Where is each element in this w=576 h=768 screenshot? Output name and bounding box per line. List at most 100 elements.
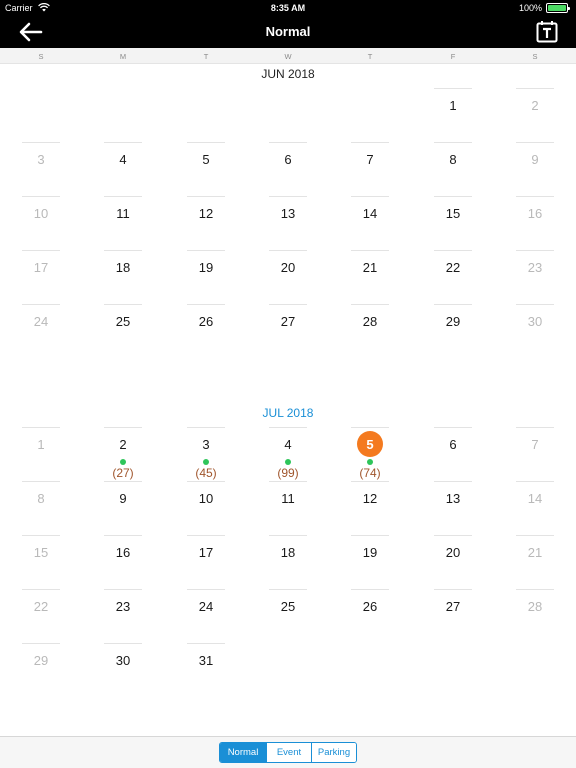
day-cell-divider <box>434 196 472 197</box>
day-cell-jul-2018-11[interactable]: 11 <box>247 491 329 506</box>
day-cell-divider <box>22 427 60 428</box>
day-cell-divider <box>351 142 389 143</box>
day-cell-divider <box>104 481 142 482</box>
day-cell-jul-2018-18[interactable]: 18 <box>247 545 329 560</box>
day-cell-jul-2018-9[interactable]: 9 <box>82 491 164 506</box>
day-cell-jul-2018-26[interactable]: 26 <box>329 599 411 614</box>
day-cell-jul-2018-29[interactable]: 29 <box>0 653 82 668</box>
day-cell-jun-2018-1[interactable]: 1 <box>412 98 494 113</box>
battery-icon <box>546 3 570 13</box>
day-cell-jul-2018-4[interactable]: 4 <box>247 437 329 452</box>
status-bar: Carrier 8:35 AM 100% <box>0 0 576 16</box>
status-time: 8:35 AM <box>270 3 306 13</box>
today-button[interactable] <box>536 20 558 43</box>
day-cell-jul-2018-31[interactable]: 31 <box>165 653 247 668</box>
day-cell-jul-2018-30[interactable]: 30 <box>82 653 164 668</box>
day-cell-divider <box>434 427 472 428</box>
day-cell-jun-2018-29[interactable]: 29 <box>412 314 494 329</box>
day-cell-jul-2018-1[interactable]: 1 <box>0 437 82 452</box>
day-cell-jul-2018-8[interactable]: 8 <box>0 491 82 506</box>
day-cell-divider <box>187 535 225 536</box>
page-title: Normal <box>265 24 311 39</box>
day-cell-jul-2018-6[interactable]: 6 <box>412 437 494 452</box>
day-cell-divider <box>434 88 472 89</box>
day-cell-divider <box>22 196 60 197</box>
event-dot <box>120 459 126 465</box>
day-cell-divider <box>516 481 554 482</box>
day-cell-jun-2018-21[interactable]: 21 <box>329 260 411 275</box>
day-cell-jun-2018-23[interactable]: 23 <box>494 260 576 275</box>
day-cell-jul-2018-28[interactable]: 28 <box>494 599 576 614</box>
day-cell-jul-2018-17[interactable]: 17 <box>165 545 247 560</box>
day-cell-divider <box>434 481 472 482</box>
weekday-label: S <box>532 52 538 61</box>
day-cell-jun-2018-26[interactable]: 26 <box>165 314 247 329</box>
day-cell-jun-2018-10[interactable]: 10 <box>0 206 82 221</box>
day-cell-divider <box>104 427 142 428</box>
day-cell-jul-2018-23[interactable]: 23 <box>82 599 164 614</box>
day-cell-jun-2018-22[interactable]: 22 <box>412 260 494 275</box>
day-cell-jul-2018-19[interactable]: 19 <box>329 545 411 560</box>
day-cell-divider <box>187 250 225 251</box>
day-cell-jun-2018-14[interactable]: 14 <box>329 206 411 221</box>
day-cell-jun-2018-9[interactable]: 9 <box>494 152 576 167</box>
day-cell-jul-2018-16[interactable]: 16 <box>82 545 164 560</box>
segment-normal[interactable]: Normal <box>220 743 266 762</box>
day-cell-divider <box>22 589 60 590</box>
day-cell-jun-2018-11[interactable]: 11 <box>82 206 164 221</box>
calendar-today-icon <box>536 21 558 43</box>
day-cell-jun-2018-30[interactable]: 30 <box>494 314 576 329</box>
day-cell-jul-2018-15[interactable]: 15 <box>0 545 82 560</box>
day-cell-jul-2018-25[interactable]: 25 <box>247 599 329 614</box>
event-dot <box>285 459 291 465</box>
day-cell-jul-2018-10[interactable]: 10 <box>165 491 247 506</box>
day-cell-divider <box>516 196 554 197</box>
day-cell-jul-2018-13[interactable]: 13 <box>412 491 494 506</box>
day-cell-jun-2018-20[interactable]: 20 <box>247 260 329 275</box>
day-cell-divider <box>187 196 225 197</box>
day-cell-divider <box>187 481 225 482</box>
day-cell-divider <box>104 250 142 251</box>
day-cell-jun-2018-18[interactable]: 18 <box>82 260 164 275</box>
segment-parking[interactable]: Parking <box>311 743 356 762</box>
day-cell-jun-2018-17[interactable]: 17 <box>0 260 82 275</box>
day-cell-jun-2018-16[interactable]: 16 <box>494 206 576 221</box>
day-cell-jun-2018-4[interactable]: 4 <box>82 152 164 167</box>
calendar-scroll-view[interactable]: JUN 2018 1 2 3 4 5 6 7 8 9 10 11 12 13 14 15 16 17 18 19 20 2… <box>0 64 576 736</box>
day-cell-jul-2018-12[interactable]: 12 <box>329 491 411 506</box>
day-cell-jul-2018-7[interactable]: 7 <box>494 437 576 452</box>
day-cell-divider <box>434 142 472 143</box>
day-cell-jun-2018-2[interactable]: 2 <box>494 98 576 113</box>
day-cell-jul-2018-27[interactable]: 27 <box>412 599 494 614</box>
day-cell-divider <box>22 535 60 536</box>
day-cell-jun-2018-3[interactable]: 3 <box>0 152 82 167</box>
day-cell-divider <box>434 304 472 305</box>
day-cell-jun-2018-8[interactable]: 8 <box>412 152 494 167</box>
day-cell-jun-2018-12[interactable]: 12 <box>165 206 247 221</box>
day-cell-divider <box>269 250 307 251</box>
day-cell-jun-2018-7[interactable]: 7 <box>329 152 411 167</box>
day-cell-jul-2018-24[interactable]: 24 <box>165 599 247 614</box>
day-cell-jun-2018-5[interactable]: 5 <box>165 152 247 167</box>
day-cell-jun-2018-19[interactable]: 19 <box>165 260 247 275</box>
day-cell-jun-2018-15[interactable]: 15 <box>412 206 494 221</box>
day-cell-jun-2018-13[interactable]: 13 <box>247 206 329 221</box>
day-cell-divider <box>434 589 472 590</box>
day-cell-jul-2018-20[interactable]: 20 <box>412 545 494 560</box>
day-cell-jun-2018-27[interactable]: 27 <box>247 314 329 329</box>
weekday-label: M <box>119 52 127 61</box>
day-cell-jul-2018-5[interactable]: 5 <box>329 437 411 452</box>
day-cell-jun-2018-24[interactable]: 24 <box>0 314 82 329</box>
day-cell-divider <box>22 142 60 143</box>
day-cell-divider <box>269 304 307 305</box>
day-cell-divider <box>351 535 389 536</box>
segment-event[interactable]: Event <box>266 743 311 762</box>
day-cell-jul-2018-21[interactable]: 21 <box>494 545 576 560</box>
day-cell-jun-2018-25[interactable]: 25 <box>82 314 164 329</box>
day-cell-jun-2018-28[interactable]: 28 <box>329 314 411 329</box>
day-cell-jul-2018-2[interactable]: 2 <box>82 437 164 452</box>
day-cell-jul-2018-3[interactable]: 3 <box>165 437 247 452</box>
day-cell-jul-2018-14[interactable]: 14 <box>494 491 576 506</box>
day-cell-jul-2018-22[interactable]: 22 <box>0 599 82 614</box>
day-cell-jun-2018-6[interactable]: 6 <box>247 152 329 167</box>
